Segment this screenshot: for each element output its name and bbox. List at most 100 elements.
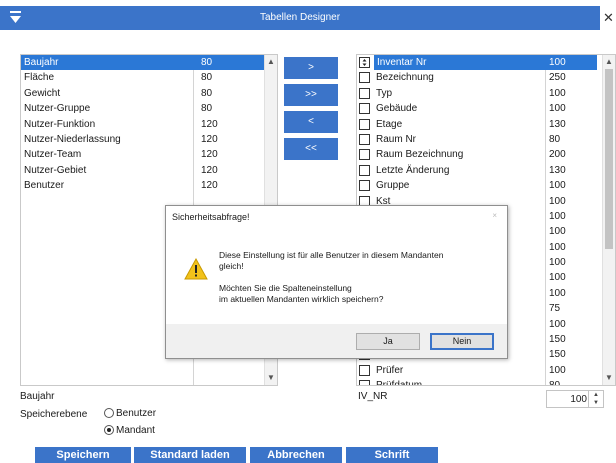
field-width: 120 [201,118,218,130]
dialog-message-line: gleich! [219,261,244,271]
field-width: 80 [201,57,213,68]
list-item[interactable]: Prüfdatum 80 [357,378,615,386]
scroll-down-icon[interactable]: ▼ [265,372,277,384]
field-width: 250 [549,72,566,84]
field-name: Etage [376,118,403,130]
field-width: 100 [549,287,566,299]
list-item[interactable]: Raum Nr 80 [357,132,615,147]
list-item[interactable]: Nutzer-Gruppe 80 [21,101,277,116]
field-width: 100 [549,195,566,207]
visible-checkbox[interactable] [359,118,370,130]
list-item[interactable]: Typ 100 [357,86,615,101]
dialog-message-line: im aktuellen Mandanten wirklich speicher… [219,294,384,304]
list-item[interactable]: Gewicht 80 [21,86,277,101]
visible-checkbox[interactable] [359,72,370,84]
scroll-up-icon[interactable]: ▲ [603,56,615,68]
radio-benutzer-circle[interactable] [104,408,114,419]
list-item[interactable]: Gruppe 100 [357,178,615,193]
yes-button[interactable]: Ja [356,333,420,350]
font-button[interactable]: Schrift [346,447,438,463]
scroll-thumb[interactable] [605,69,613,249]
list-item[interactable]: Nutzer-Gebiet 120 [21,163,277,178]
visible-checkbox[interactable] [359,57,370,68]
field-width: 80 [201,103,213,115]
field-name: Raum Nr [376,133,417,145]
list-item[interactable]: Raum Bezeichnung 200 [357,147,615,162]
visible-checkbox[interactable] [359,103,370,115]
field-name: Prüfdatum [376,380,423,386]
radio-mandant[interactable]: Mandant [104,425,155,436]
field-name: Nutzer-Gruppe [24,103,91,115]
selected-right-field-label: IV_NR [358,391,388,402]
dialog-body: Diese Einstellung ist für alle Benutzer … [166,228,507,324]
field-width: 100 [549,318,566,330]
field-width: 100 [549,272,566,284]
speicherebene-label: Speicherebene [20,409,88,420]
close-button[interactable]: ✕ [603,10,614,26]
selected-left-field-label: Baujahr [20,391,55,402]
list-item[interactable]: Benutzer 120 [21,178,277,193]
no-button[interactable]: Nein [430,333,494,350]
field-width: 200 [549,149,566,161]
field-width: 100 [549,241,566,253]
visible-checkbox[interactable] [359,180,370,192]
list-item[interactable]: Inventar Nr 100 [357,55,615,70]
field-width: 100 [549,257,566,269]
visible-checkbox[interactable] [359,164,370,176]
field-width: 100 [549,103,566,115]
save-button[interactable]: Speichern [35,447,131,463]
list-item[interactable]: Bezeichnung 250 [357,70,615,85]
list-item[interactable]: Baujahr 80 [21,55,264,71]
scroll-down-icon[interactable]: ▼ [603,372,615,384]
field-width: 120 [201,164,218,176]
list-item[interactable]: Letzte Änderung 130 [357,163,615,178]
dialog-close-icon[interactable]: × [492,211,497,220]
cancel-button[interactable]: Abbrechen [250,447,342,463]
radio-benutzer[interactable]: Benutzer [104,408,156,419]
field-name: Bezeichnung [376,72,434,84]
field-width: 100 [549,180,566,192]
list-item[interactable]: Etage 130 [357,117,615,132]
list-item[interactable]: Nutzer-Niederlassung 120 [21,132,277,147]
field-name: Inventar Nr [374,55,550,70]
list-item[interactable]: Prüfer 100 [357,363,615,378]
load-default-button[interactable]: Standard laden [134,447,246,463]
field-name: Typ [376,87,393,99]
field-width: 80 [549,133,561,145]
visible-checkbox[interactable] [359,87,370,99]
title-bar: Tabellen Designer [0,6,600,30]
field-name: Nutzer-Niederlassung [24,133,121,145]
visible-checkbox[interactable] [359,149,370,161]
right-list-scrollbar[interactable]: ▲ ▼ [602,55,615,385]
visible-checkbox[interactable] [359,364,370,376]
visible-checkbox[interactable] [359,380,370,385]
visible-checkbox[interactable] [359,133,370,145]
field-width: 100 [547,55,597,70]
stepper-arrows-icon[interactable]: ▲ ▼ [588,391,603,407]
field-width: 80 [201,87,213,99]
radio-mandant-label: Mandant [116,425,155,436]
radio-mandant-circle[interactable] [104,425,114,436]
field-name: Nutzer-Funktion [24,118,96,130]
field-name: Fläche [24,72,55,84]
add-selected-button[interactable]: > [284,57,338,79]
column-width-stepper[interactable]: 100 ▲ ▼ [546,390,604,408]
remove-selected-button[interactable]: < [284,111,338,133]
field-name: Raum Bezeichnung [376,149,464,161]
field-width: 130 [549,118,566,130]
add-all-button[interactable]: >> [284,84,338,106]
radio-benutzer-label: Benutzer [116,408,157,419]
list-item[interactable]: Nutzer-Team 120 [21,147,277,162]
field-width: 100 [549,226,566,238]
field-name: Benutzer [24,180,65,192]
remove-all-button[interactable]: << [284,138,338,160]
list-item[interactable]: Gebäude 100 [357,101,615,116]
column-width-value[interactable]: 100 [570,394,587,405]
field-width: 130 [549,164,566,176]
scroll-up-icon[interactable]: ▲ [265,56,277,68]
field-width: 100 [549,87,566,99]
field-name: Prüfer [376,364,404,376]
list-item[interactable]: Nutzer-Funktion 120 [21,117,277,132]
window-title: Tabellen Designer [259,12,341,23]
list-item[interactable]: Fläche 80 [21,70,277,85]
